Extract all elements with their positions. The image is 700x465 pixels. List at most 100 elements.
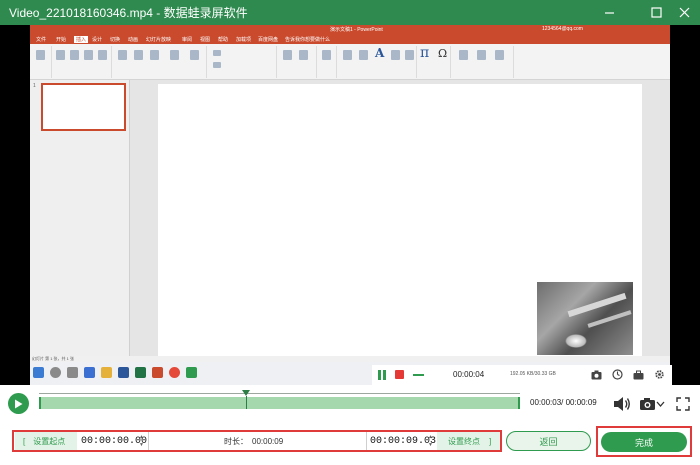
duration-label: 时长： bbox=[224, 436, 248, 446]
divider bbox=[148, 432, 149, 450]
ribbon-group bbox=[317, 46, 337, 78]
title-bar: Video_221018160346.mp4 - 数据蛙录屏软件 bbox=[0, 0, 700, 25]
word-icon bbox=[118, 367, 129, 378]
chevron-up-icon: ▲ bbox=[139, 434, 144, 440]
browser-icon bbox=[84, 367, 95, 378]
timer-icon bbox=[612, 369, 623, 380]
ppt-menu-item: 告诉我你想要做什么 bbox=[285, 37, 331, 43]
slide-thumbnail-panel: 1 bbox=[30, 80, 130, 356]
snapshot-button[interactable] bbox=[637, 394, 667, 414]
slide-number-icon bbox=[405, 50, 414, 60]
divider bbox=[366, 432, 367, 450]
ppt-menu-item: 视图 bbox=[200, 37, 211, 43]
slide-icon bbox=[36, 50, 45, 60]
stop-icon bbox=[395, 370, 404, 379]
search-icon bbox=[50, 367, 61, 378]
ppt-title: 演示文稿1 - PowerPoint bbox=[330, 27, 383, 33]
header-icon bbox=[359, 50, 368, 60]
current-time: 00:00:03 bbox=[530, 398, 562, 407]
total-time: 00:00:09 bbox=[565, 398, 597, 407]
trim-end-handle[interactable] bbox=[518, 397, 520, 409]
ppt-title-bar: 演示文稿1 - PowerPoint 1234564@qq.com bbox=[30, 25, 670, 35]
excel-icon bbox=[135, 367, 146, 378]
play-button[interactable] bbox=[8, 393, 29, 414]
webcam-light bbox=[565, 334, 587, 348]
trim-start-handle[interactable] bbox=[39, 397, 41, 409]
close-icon bbox=[679, 7, 689, 17]
ppt-menu-item: 百度网盘 bbox=[258, 37, 279, 43]
left-bracket: [ bbox=[23, 436, 26, 446]
fullscreen-button[interactable] bbox=[673, 394, 693, 414]
screen-recording-icon bbox=[495, 50, 504, 60]
volume-button[interactable] bbox=[612, 394, 632, 414]
ribbon-group bbox=[277, 46, 317, 78]
audio-icon bbox=[477, 50, 486, 60]
ribbon-group bbox=[52, 46, 112, 78]
recording-controls: 00:00:04 192.05 KB/30.33 GB bbox=[372, 365, 672, 385]
ppt-menu-item: 设计 bbox=[92, 37, 103, 43]
image-icon bbox=[98, 50, 107, 60]
recorder-app-icon bbox=[186, 367, 197, 378]
chart-icon bbox=[190, 50, 199, 60]
addin-icon bbox=[213, 50, 221, 56]
end-time-stepper[interactable]: ▲ ▼ bbox=[426, 433, 435, 449]
image-icon bbox=[84, 50, 93, 60]
set-start-button[interactable]: [ 设置起点 bbox=[15, 432, 77, 450]
table-icon bbox=[56, 50, 65, 60]
ribbon-group bbox=[207, 46, 277, 78]
close-button[interactable] bbox=[674, 3, 694, 21]
smartart-icon bbox=[170, 50, 179, 60]
chevron-down-icon: ▼ bbox=[139, 442, 144, 448]
settings-icon bbox=[654, 369, 665, 380]
right-bracket: ] bbox=[489, 436, 492, 446]
date-icon bbox=[391, 50, 400, 60]
start-time-stepper[interactable]: ▲ ▼ bbox=[137, 433, 146, 449]
chevron-up-icon: ▲ bbox=[428, 434, 433, 440]
minimize-icon bbox=[604, 11, 614, 14]
done-button[interactable]: 完成 bbox=[601, 432, 687, 452]
volume-icon bbox=[614, 397, 630, 411]
maximize-icon bbox=[650, 6, 662, 18]
windows-start-icon bbox=[33, 367, 44, 378]
ppt-menu-item: 插入 bbox=[74, 36, 89, 43]
equation-icon: π bbox=[420, 45, 430, 61]
minimize-button[interactable] bbox=[599, 3, 619, 21]
link-icon bbox=[283, 50, 292, 60]
duration-value: 00:00:09 bbox=[252, 436, 284, 446]
expand-icon bbox=[676, 397, 690, 411]
video-preview: 演示文稿1 - PowerPoint 1234564@qq.com 文件 开始 … bbox=[0, 25, 700, 385]
ppt-menu-item: 帮助 bbox=[218, 37, 229, 43]
ppt-account: 1234564@qq.com bbox=[542, 26, 583, 32]
addin-icon bbox=[213, 62, 221, 68]
shape-icon bbox=[118, 50, 127, 60]
window-title: Video_221018160346.mp4 - 数据蛙录屏软件 bbox=[9, 6, 248, 20]
back-button[interactable]: 返回 bbox=[506, 431, 591, 451]
timeline-track[interactable] bbox=[39, 390, 520, 409]
action-icon bbox=[299, 50, 308, 60]
powerpoint-icon bbox=[152, 367, 163, 378]
3d-model-icon bbox=[150, 50, 159, 60]
ppt-menu-bar: 文件 开始 插入 设计 切换 动画 幻灯片放映 审阅 视图 帮助 加载项 百度网… bbox=[30, 35, 670, 44]
ribbon-group bbox=[112, 46, 207, 78]
set-end-button[interactable]: 设置终点 ] bbox=[437, 432, 500, 450]
symbol-icon: Ω bbox=[438, 47, 448, 60]
slide-number: 1 bbox=[33, 83, 36, 89]
video-icon bbox=[459, 50, 468, 60]
wordart-icon: A bbox=[375, 46, 385, 60]
camera-icon bbox=[640, 398, 655, 410]
textbox-icon bbox=[343, 50, 352, 60]
timecode: 00:00:03/ 00:00:09 bbox=[530, 398, 597, 407]
ppt-menu-item: 审阅 bbox=[182, 37, 193, 43]
webcam-overlay bbox=[537, 282, 633, 355]
ppt-menu-item: 幻灯片放映 bbox=[146, 37, 172, 43]
comment-icon bbox=[322, 50, 331, 60]
task-view-icon bbox=[67, 367, 78, 378]
ppt-ribbon: A π Ω bbox=[30, 44, 670, 80]
maximize-button[interactable] bbox=[646, 3, 666, 21]
chevron-down-icon bbox=[656, 401, 665, 407]
recording-file-size: 192.05 KB/30.33 GB bbox=[510, 371, 556, 377]
slide-thumbnail bbox=[41, 83, 126, 131]
done-highlight: 完成 bbox=[596, 426, 692, 457]
webcam-feature bbox=[587, 310, 632, 328]
set-end-label: 设置终点 bbox=[448, 436, 480, 446]
